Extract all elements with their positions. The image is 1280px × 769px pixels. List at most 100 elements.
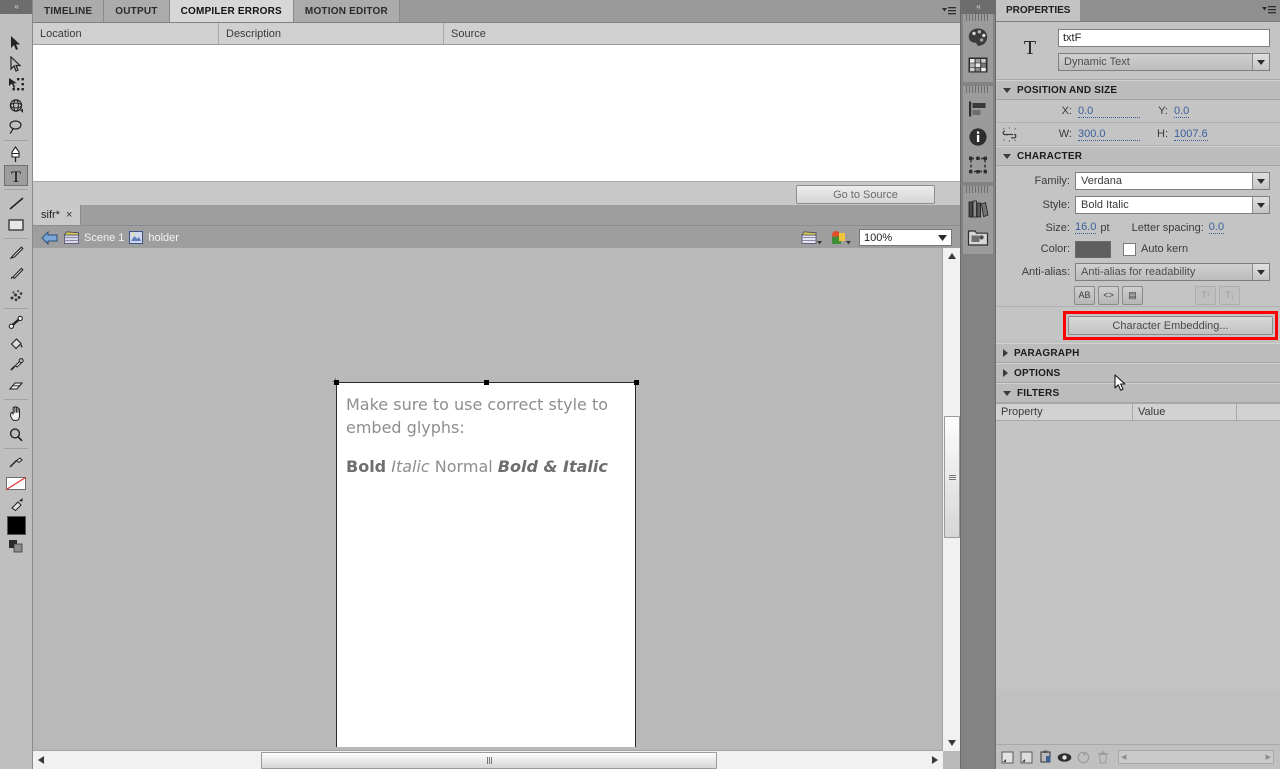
letter-spacing-value[interactable]: 0.0 — [1208, 221, 1225, 234]
tab-compiler-errors[interactable]: COMPILER ERRORS — [169, 0, 294, 22]
text-tool[interactable]: T — [4, 165, 28, 186]
tab-timeline[interactable]: TIMELINE — [33, 0, 105, 22]
scroll-left-arrow[interactable]: ◀ — [1121, 753, 1126, 761]
stage-horizontal-scrollbar[interactable] — [33, 750, 943, 769]
scroll-right-arrow[interactable]: ▶ — [1266, 753, 1271, 761]
selectable-text-button[interactable]: AB — [1074, 285, 1095, 305]
eraser-tool[interactable] — [4, 375, 28, 396]
auto-kern-checkbox[interactable] — [1123, 242, 1136, 256]
edit-scene-icon[interactable] — [801, 230, 823, 246]
text-type-select[interactable]: Dynamic Text — [1058, 53, 1270, 71]
library-panel-icon[interactable] — [963, 195, 993, 223]
swatches-panel-icon[interactable] — [963, 51, 993, 79]
tab-properties[interactable]: PROPERTIES — [996, 0, 1081, 21]
value-h[interactable]: 1007.6 — [1174, 128, 1208, 141]
project-panel-icon[interactable] — [963, 223, 993, 251]
text-field-instance[interactable]: Make sure to use correct style to embed … — [336, 382, 636, 747]
delete-filter-button[interactable] — [1095, 750, 1110, 765]
panel-menu-icon[interactable] — [938, 0, 960, 22]
breadcrumb-item-holder[interactable]: holder — [129, 231, 179, 244]
eyedropper-tool[interactable] — [4, 354, 28, 375]
show-border-button[interactable]: ▤ — [1122, 285, 1143, 305]
link-constrain-icon[interactable] — [996, 126, 1022, 143]
value-w[interactable]: 300.0 — [1078, 128, 1140, 141]
font-family-select[interactable]: Verdana — [1075, 172, 1270, 190]
selection-tool[interactable] — [4, 32, 28, 53]
bone-tool[interactable] — [4, 312, 28, 333]
free-transform-tool[interactable] — [4, 74, 28, 95]
stage-hscroll-thumb[interactable] — [261, 752, 717, 769]
stroke-color-tool[interactable] — [4, 452, 28, 473]
subscript-button[interactable]: T₁ — [1219, 285, 1240, 305]
deco-tool[interactable] — [4, 284, 28, 305]
hand-tool[interactable] — [4, 403, 28, 424]
transform-panel-icon[interactable] — [963, 151, 993, 179]
properties-panel-menu-icon[interactable] — [1258, 0, 1280, 21]
tab-output[interactable]: OUTPUT — [104, 0, 170, 22]
color-panel-icon[interactable] — [963, 23, 993, 51]
close-icon[interactable]: × — [66, 209, 72, 221]
selection-handle-top-center[interactable] — [484, 380, 489, 385]
pencil-tool[interactable] — [4, 242, 28, 263]
add-filter-button[interactable] — [1000, 750, 1015, 765]
section-header-filters[interactable]: FILTERS — [996, 383, 1280, 403]
render-as-html-button[interactable]: <> — [1098, 285, 1119, 305]
dock-grip[interactable] — [966, 186, 990, 193]
instance-name-input[interactable]: txtF — [1058, 29, 1270, 47]
filter-preset-button[interactable] — [1019, 750, 1034, 765]
enable-filter-button[interactable] — [1057, 750, 1072, 765]
scroll-down-arrow[interactable] — [943, 735, 960, 751]
value-y[interactable]: 0.0 — [1174, 105, 1190, 118]
edit-symbols-icon[interactable] — [830, 230, 852, 246]
character-embedding-button[interactable]: Character Embedding... — [1068, 316, 1273, 335]
tab-motion-editor[interactable]: MOTION EDITOR — [293, 0, 400, 22]
scroll-up-arrow[interactable] — [943, 248, 960, 264]
stage-vscroll-thumb[interactable] — [944, 416, 960, 538]
fill-color-tool[interactable] — [4, 473, 28, 494]
gradient-transform-tool[interactable] — [4, 494, 28, 515]
section-header-character[interactable]: CHARACTER — [996, 146, 1280, 166]
section-header-position-and-size[interactable]: POSITION AND SIZE — [996, 80, 1280, 100]
filters-mini-scrollbar[interactable]: ◀ ▶ — [1118, 750, 1274, 764]
scroll-right-arrow[interactable] — [927, 751, 943, 769]
line-tool[interactable] — [4, 193, 28, 214]
filters-list[interactable] — [996, 421, 1280, 689]
font-style-select[interactable]: Bold Italic — [1075, 196, 1270, 214]
back-arrow-icon[interactable] — [41, 230, 59, 245]
zoom-tool[interactable] — [4, 424, 28, 445]
selection-handle-top-left[interactable] — [334, 380, 339, 385]
3d-rotation-tool[interactable] — [4, 95, 28, 116]
stage-canvas[interactable]: Make sure to use correct style to embed … — [40, 260, 938, 747]
swap-colors[interactable] — [4, 536, 28, 557]
breadcrumb-item-scene[interactable]: Scene 1 — [64, 231, 124, 244]
info-panel-icon[interactable] — [963, 123, 993, 151]
text-color-swatch[interactable] — [1075, 240, 1111, 258]
align-panel-icon[interactable] — [963, 95, 993, 123]
subselection-tool[interactable] — [4, 53, 28, 74]
brush-tool[interactable] — [4, 263, 28, 284]
superscript-button[interactable]: T¹ — [1195, 285, 1216, 305]
pen-tool[interactable] — [4, 144, 28, 165]
errors-list[interactable] — [33, 45, 960, 181]
tools-collapse-button[interactable]: « — [0, 0, 32, 14]
reset-filter-button[interactable] — [1076, 750, 1091, 765]
scroll-left-arrow[interactable] — [33, 751, 49, 769]
rectangle-tool[interactable] — [4, 214, 28, 235]
font-size-value[interactable]: 16.0 — [1075, 221, 1097, 234]
lasso-tool[interactable] — [4, 116, 28, 137]
selection-handle-top-right[interactable] — [634, 380, 639, 385]
zoom-level-select[interactable]: 100% — [859, 229, 952, 246]
document-tab-sifr[interactable]: sifr* × — [33, 205, 82, 225]
dock-grip[interactable] — [966, 86, 990, 93]
stage-vertical-scrollbar[interactable] — [942, 248, 960, 751]
black-white-swatch[interactable] — [4, 515, 28, 536]
go-to-source-button[interactable]: Go to Source — [796, 185, 935, 204]
section-header-paragraph[interactable]: PARAGRAPH — [996, 343, 1280, 363]
clipboard-filter-button[interactable] — [1038, 750, 1053, 765]
dock-grip[interactable] — [966, 14, 990, 21]
value-x[interactable]: 0.0 — [1078, 105, 1140, 118]
dock-collapse-button[interactable]: « — [961, 0, 995, 14]
section-header-options[interactable]: OPTIONS — [996, 363, 1280, 383]
anti-alias-select[interactable]: Anti-alias for readability — [1075, 263, 1270, 281]
paint-bucket-tool[interactable] — [4, 333, 28, 354]
